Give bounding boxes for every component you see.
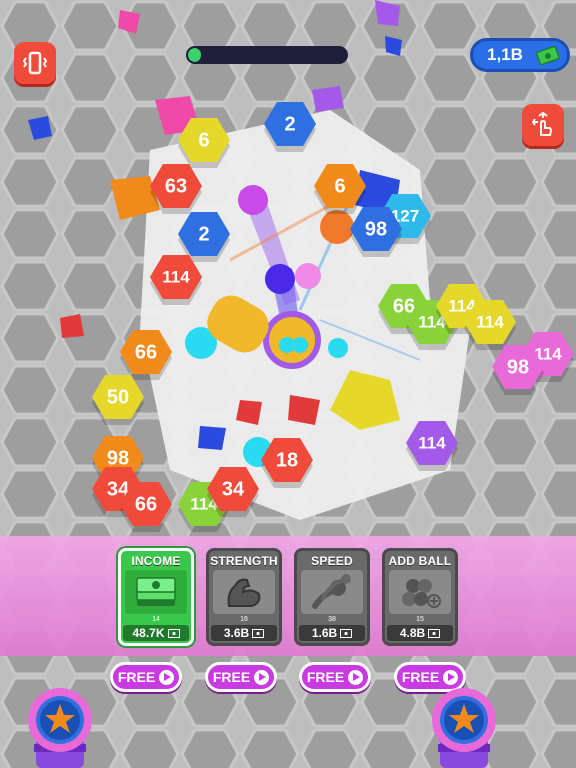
upgrade-icon-box (125, 570, 187, 614)
upgrade-card-income[interactable]: INCOME 14 48.7K (118, 548, 194, 646)
number-block: 18 (261, 438, 313, 488)
level-progress-fill (188, 48, 201, 62)
cash-icon (428, 628, 441, 638)
free-label: FREE (117, 669, 156, 685)
level-progress-bar (186, 46, 348, 64)
number-block-value: 98 (365, 218, 387, 240)
upgrade-icon-box (213, 570, 275, 614)
free-label: FREE (212, 669, 251, 685)
upgrade-panel (0, 536, 576, 656)
upgrade-icon-box (389, 570, 451, 614)
upgrade-cost: 4.8B (387, 625, 453, 641)
upgrade-cost-value: 1.6B (311, 626, 338, 640)
number-block: 6 (314, 164, 366, 214)
speed-balls-icon (312, 574, 351, 609)
number-block-value: 6 (334, 175, 345, 197)
number-block: 6 (178, 118, 230, 168)
cash-icon (167, 628, 180, 638)
free-label: FREE (306, 669, 345, 685)
upgrade-cost: 48.7K (123, 625, 189, 641)
phone-vibrate-icon (22, 51, 48, 75)
upgrade-title: STRENGTH (210, 554, 278, 568)
number-block: 114 (406, 421, 458, 471)
upgrade-level: 16 (240, 616, 248, 623)
upgrade-icon-box (301, 570, 363, 614)
number-block-value: 114 (418, 433, 446, 452)
left-cannon (28, 688, 92, 768)
upgrade-cost: 1.6B (299, 625, 365, 641)
game-board[interactable]: 2 2 63 6 127 98 114 66 114 114 114 114 98 66 50 114 98 34… (0, 0, 576, 768)
number-block: 63 (150, 164, 202, 214)
upgrade-cost: 3.6B (211, 625, 277, 641)
drag-hand-icon (531, 111, 553, 136)
upgrade-card-speed[interactable]: SPEED 38 1.6B (294, 548, 370, 646)
free-income-button[interactable]: FREE (110, 662, 182, 692)
number-block-value: 114 (476, 312, 504, 331)
flexed-arm-icon (227, 578, 261, 607)
upgrade-title: SPEED (311, 554, 353, 568)
cash-icon (340, 628, 353, 638)
number-block-value: 34 (222, 478, 245, 500)
upgrade-card-add-ball[interactable]: ADD BALL 15 4.8B (382, 548, 458, 646)
number-block-value: 66 (135, 493, 157, 515)
number-block-value: 50 (107, 386, 129, 408)
drag-mode-button[interactable] (522, 104, 564, 146)
upgrade-cost-value: 48.7K (132, 626, 165, 640)
free-speed-button[interactable]: FREE (299, 662, 371, 692)
number-block-value: 2 (284, 113, 295, 135)
number-block-value: 98 (507, 356, 529, 378)
number-block-value: 2 (198, 223, 209, 245)
upgrade-level: 14 (152, 616, 160, 623)
upgrade-cost-value: 3.6B (223, 626, 250, 640)
number-block: 66 (120, 330, 172, 380)
play-video-icon (348, 669, 364, 685)
cash-stack-icon (536, 45, 560, 66)
upgrade-cost-value: 4.8B (399, 626, 426, 640)
number-block-value: 18 (276, 449, 298, 471)
free-strength-button[interactable]: FREE (205, 662, 277, 692)
upgrade-level: 38 (328, 616, 336, 623)
number-block-value: 98 (107, 447, 129, 469)
upgrade-level: 15 (416, 616, 424, 623)
number-block: 2 (264, 102, 316, 152)
play-video-icon (159, 669, 175, 685)
vibration-toggle-button[interactable] (14, 42, 56, 84)
add-ball-icon (402, 579, 441, 608)
currency-value: 1,1B (487, 45, 523, 64)
number-block: 114 (150, 255, 202, 305)
right-cannon (432, 688, 496, 768)
cash-stack-icon (136, 577, 176, 606)
number-block-value: 63 (165, 175, 187, 197)
play-video-icon (443, 669, 459, 685)
number-block: 50 (92, 375, 144, 425)
upgrade-card-strength[interactable]: STRENGTH 16 3.6B (206, 548, 282, 646)
free-label: FREE (401, 669, 440, 685)
upgrade-title: INCOME (131, 554, 181, 568)
upgrade-title: ADD BALL (388, 554, 452, 568)
number-block-value: 66 (135, 341, 157, 363)
number-block: 2 (178, 212, 230, 262)
number-block-value: 114 (162, 267, 190, 286)
number-block-value: 6 (198, 129, 209, 151)
cash-icon (252, 628, 265, 638)
play-video-icon (254, 669, 270, 685)
currency-display: 1,1B (470, 38, 570, 72)
